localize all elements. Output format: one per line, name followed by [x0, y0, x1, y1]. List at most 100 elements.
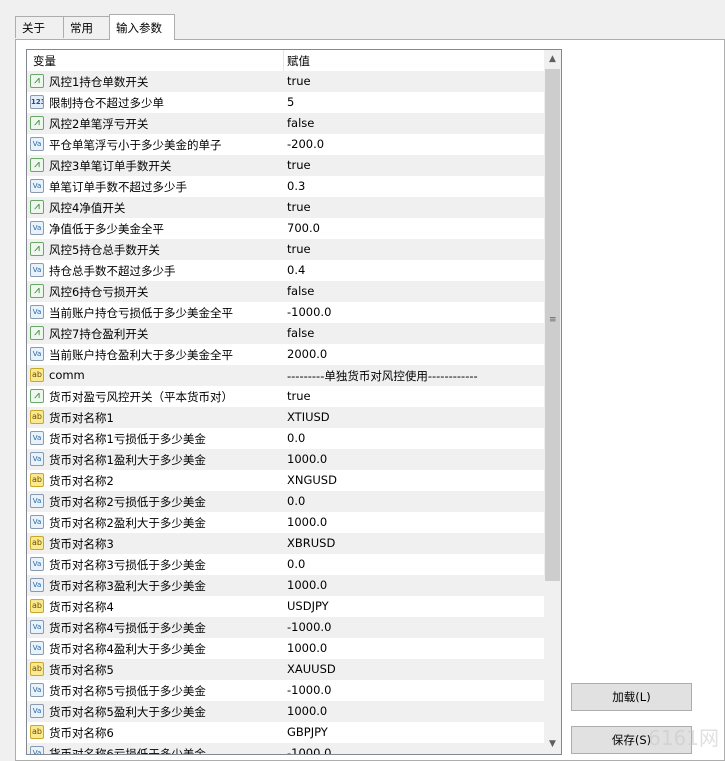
save-button[interactable]: 保存(S)	[571, 726, 692, 754]
scroll-up-icon[interactable]: ▲	[544, 51, 561, 68]
table-row[interactable]: ⩘ 风控6持仓亏损开关 false	[27, 281, 544, 302]
table-row[interactable]: Va 货币对名称4盈利大于多少美金 1000.0	[27, 638, 544, 659]
table-row[interactable]: 123 限制持仓不超过多少单 5	[27, 92, 544, 113]
parameter-value[interactable]: 1000.0	[287, 641, 327, 655]
column-header-variable[interactable]: 变量	[33, 53, 56, 69]
string-ab-icon: ab	[30, 473, 44, 487]
line-chart-icon: ⩘	[30, 242, 44, 256]
tab-about[interactable]: 关于	[15, 16, 64, 38]
table-row[interactable]: Va 平仓单笔浮亏小于多少美金的单子 -200.0	[27, 134, 544, 155]
scrollbar-thumb[interactable]: ≡	[545, 69, 560, 581]
parameter-value[interactable]: 1000.0	[287, 704, 327, 718]
table-row[interactable]: Va 货币对名称1亏损低于多少美金 0.0	[27, 428, 544, 449]
parameter-name: 货币对名称4盈利大于多少美金	[49, 642, 206, 656]
table-row[interactable]: ab 货币对名称1 XTIUSD	[27, 407, 544, 428]
parameter-grid: 变量 赋值 ⩘ 风控1持仓单数开关 true 123 限制持仓不超过多少单 5 ⩘ 风控2单笔…	[26, 49, 562, 755]
table-row[interactable]: Va 货币对名称2亏损低于多少美金 0.0	[27, 491, 544, 512]
parameter-name: 当前账户持仓盈利大于多少美金全平	[49, 348, 233, 362]
parameter-value[interactable]: -200.0	[287, 137, 324, 151]
parameter-value[interactable]: 5	[287, 95, 294, 109]
tab-input-parameters[interactable]: 输入参数	[109, 14, 175, 40]
table-row[interactable]: ab 货币对名称4 USDJPY	[27, 596, 544, 617]
parameter-value[interactable]: -1000.0	[287, 620, 331, 634]
parameter-rows: ⩘ 风控1持仓单数开关 true 123 限制持仓不超过多少单 5 ⩘ 风控2单笔浮亏开关 fa…	[27, 71, 544, 754]
parameter-value[interactable]: true	[287, 74, 311, 88]
parameter-name: 风控5持仓总手数开关	[49, 243, 160, 257]
parameter-name: comm	[49, 368, 85, 382]
table-row[interactable]: Va 货币对名称3亏损低于多少美金 0.0	[27, 554, 544, 575]
table-row[interactable]: ⩘ 货币对盈亏风控开关（平本货币对） true	[27, 386, 544, 407]
parameter-name: 风控7持仓盈利开关	[49, 327, 149, 341]
table-row[interactable]: Va 当前账户持仓亏损低于多少美金全平 -1000.0	[27, 302, 544, 323]
parameter-value[interactable]: true	[287, 200, 311, 214]
parameter-value[interactable]: XBRUSD	[287, 536, 335, 550]
line-chart-icon: ⩘	[30, 200, 44, 214]
parameter-value[interactable]: XAUUSD	[287, 662, 336, 676]
parameter-value[interactable]: GBPJPY	[287, 725, 328, 739]
grid-header: 变量 赋值	[27, 50, 544, 72]
table-row[interactable]: Va 货币对名称2盈利大于多少美金 1000.0	[27, 512, 544, 533]
table-row[interactable]: Va 货币对名称6亏损低于多少美金 -1000.0	[27, 743, 544, 754]
parameter-value[interactable]: true	[287, 389, 311, 403]
table-row[interactable]: Va 货币对名称3盈利大于多少美金 1000.0	[27, 575, 544, 596]
parameter-value[interactable]: XTIUSD	[287, 410, 330, 424]
parameter-name: 当前账户持仓亏损低于多少美金全平	[49, 306, 233, 320]
load-button[interactable]: 加载(L)	[571, 683, 692, 711]
table-row[interactable]: ⩘ 风控2单笔浮亏开关 false	[27, 113, 544, 134]
scroll-down-icon[interactable]: ▼	[544, 736, 561, 753]
parameter-value[interactable]: -1000.0	[287, 305, 331, 319]
table-row[interactable]: ab 货币对名称3 XBRUSD	[27, 533, 544, 554]
parameter-value[interactable]: 1000.0	[287, 578, 327, 592]
tab-common[interactable]: 常用	[63, 16, 110, 38]
table-row[interactable]: Va 货币对名称5亏损低于多少美金 -1000.0	[27, 680, 544, 701]
table-row[interactable]: Va 持仓总手数不超过多少手 0.4	[27, 260, 544, 281]
double-value-icon: Va	[30, 431, 44, 445]
parameter-value[interactable]: 2000.0	[287, 347, 327, 361]
table-row[interactable]: Va 货币对名称1盈利大于多少美金 1000.0	[27, 449, 544, 470]
parameter-value[interactable]: USDJPY	[287, 599, 329, 613]
parameter-value[interactable]: ---------单独货币对风控使用------------	[287, 368, 478, 384]
table-row[interactable]: Va 货币对名称4亏损低于多少美金 -1000.0	[27, 617, 544, 638]
parameter-name: 平仓单笔浮亏小于多少美金的单子	[49, 138, 222, 152]
table-row[interactable]: ⩘ 风控1持仓单数开关 true	[27, 71, 544, 92]
column-header-value[interactable]: 赋值	[287, 53, 310, 69]
parameter-value[interactable]: 0.0	[287, 494, 305, 508]
table-row[interactable]: Va 净值低于多少美金全平 700.0	[27, 218, 544, 239]
parameter-value[interactable]: -1000.0	[287, 746, 331, 754]
parameter-value[interactable]: false	[287, 284, 314, 298]
parameter-value[interactable]: 0.3	[287, 179, 305, 193]
table-row[interactable]: ab 货币对名称5 XAUUSD	[27, 659, 544, 680]
parameter-value[interactable]: -1000.0	[287, 683, 331, 697]
parameter-name: 风控6持仓亏损开关	[49, 285, 149, 299]
parameter-value[interactable]: 1000.0	[287, 515, 327, 529]
parameter-name: 风控1持仓单数开关	[49, 75, 149, 89]
table-row[interactable]: ab comm ---------单独货币对风控使用------------	[27, 365, 544, 386]
parameter-name: 货币对名称1亏损低于多少美金	[49, 432, 206, 446]
double-value-icon: Va	[30, 683, 44, 697]
vertical-scrollbar[interactable]: ▲ ≡ ▼	[544, 50, 561, 754]
table-row[interactable]: ⩘ 风控4净值开关 true	[27, 197, 544, 218]
parameter-value[interactable]: false	[287, 116, 314, 130]
parameter-value[interactable]: true	[287, 242, 311, 256]
table-row[interactable]: ⩘ 风控7持仓盈利开关 false	[27, 323, 544, 344]
parameter-value[interactable]: 0.0	[287, 431, 305, 445]
parameter-name: 货币对名称2亏损低于多少美金	[49, 495, 206, 509]
column-divider[interactable]	[283, 50, 284, 71]
parameter-value[interactable]: false	[287, 326, 314, 340]
table-row[interactable]: ab 货币对名称6 GBPJPY	[27, 722, 544, 743]
table-row[interactable]: Va 当前账户持仓盈利大于多少美金全平 2000.0	[27, 344, 544, 365]
parameter-value[interactable]: XNGUSD	[287, 473, 337, 487]
table-row[interactable]: Va 货币对名称5盈利大于多少美金 1000.0	[27, 701, 544, 722]
parameter-value[interactable]: 0.0	[287, 557, 305, 571]
table-row[interactable]: Va 单笔订单手数不超过多少手 0.3	[27, 176, 544, 197]
line-chart-icon: ⩘	[30, 284, 44, 298]
parameter-value[interactable]: 1000.0	[287, 452, 327, 466]
line-chart-icon: ⩘	[30, 116, 44, 130]
parameter-value[interactable]: true	[287, 158, 311, 172]
table-row[interactable]: ⩘ 风控3单笔订单手数开关 true	[27, 155, 544, 176]
parameter-value[interactable]: 0.4	[287, 263, 305, 277]
parameter-name: 风控2单笔浮亏开关	[49, 117, 149, 131]
table-row[interactable]: ab 货币对名称2 XNGUSD	[27, 470, 544, 491]
parameter-value[interactable]: 700.0	[287, 221, 320, 235]
table-row[interactable]: ⩘ 风控5持仓总手数开关 true	[27, 239, 544, 260]
